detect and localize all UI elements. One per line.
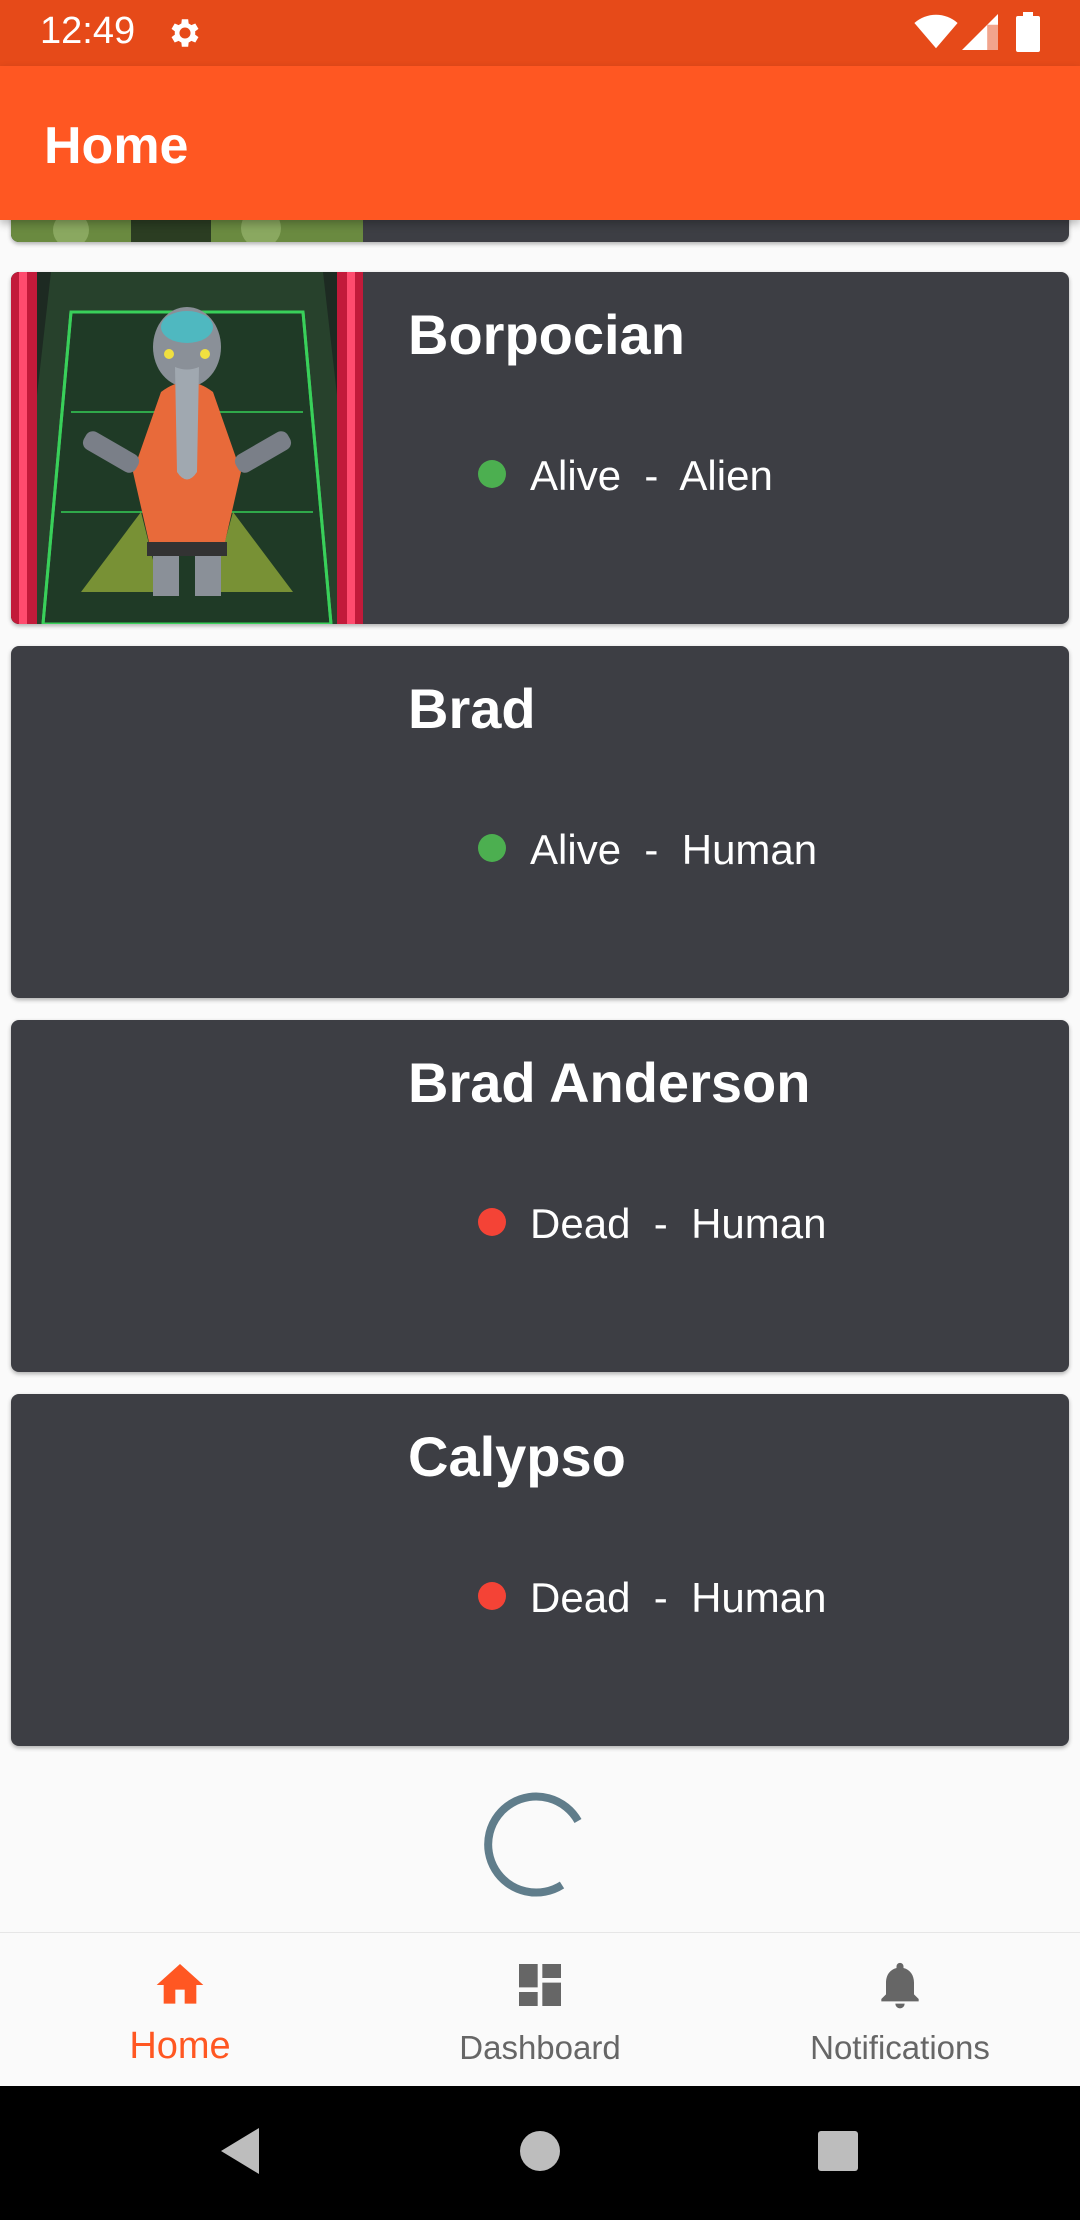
character-card[interactable]: Borpocian Alive - Alien xyxy=(11,272,1069,624)
nav-item-dashboard[interactable]: Dashboard xyxy=(360,1933,720,2087)
status-bar: 12:49 xyxy=(0,0,1080,66)
status-dot xyxy=(478,1208,507,1236)
character-name: Calypso xyxy=(408,1425,626,1488)
status-time: 12:49 xyxy=(40,10,136,52)
character-species: Alien xyxy=(679,452,773,499)
progress-spinner-icon xyxy=(484,1792,582,1897)
recents-icon[interactable] xyxy=(803,2116,873,2186)
wifi-icon xyxy=(914,14,958,49)
character-card-partial[interactable] xyxy=(11,220,1069,242)
page-title: Home xyxy=(44,117,189,175)
home-icon xyxy=(156,1964,204,2004)
character-status-line: Dead - Human xyxy=(408,1526,827,1670)
signal-icon xyxy=(962,14,998,50)
character-card[interactable]: Calypso Dead - Human xyxy=(11,1394,1069,1746)
character-card[interactable]: Brad Anderson Dead - Human xyxy=(11,1020,1069,1372)
character-image xyxy=(11,220,363,242)
character-status: Alive xyxy=(530,452,622,499)
app-bar: Home xyxy=(0,66,1080,220)
status-dot xyxy=(478,1582,507,1610)
character-status-line: Alive - Alien xyxy=(408,404,773,548)
character-status-line: Alive - Human xyxy=(408,778,817,922)
character-name: Borpocian xyxy=(408,303,685,366)
character-species: Human xyxy=(691,1200,827,1247)
bottom-navigation: Home Dashboard Notifications xyxy=(0,1932,1080,2086)
character-status-line: Dead - Human xyxy=(408,1152,827,1296)
status-separator: - xyxy=(621,826,682,873)
nav-label: Notifications xyxy=(810,2029,990,2066)
status-separator: - xyxy=(630,1200,692,1247)
status-separator: - xyxy=(630,1574,692,1621)
character-status: Alive xyxy=(530,826,622,873)
system-navigation-bar xyxy=(0,2086,1080,2220)
nav-item-home[interactable]: Home xyxy=(0,1933,360,2087)
character-name: Brad xyxy=(408,677,536,740)
character-card[interactable]: Brad Alive - Human xyxy=(11,646,1069,998)
character-status: Dead xyxy=(530,1574,631,1621)
nav-item-notifications[interactable]: Notifications xyxy=(720,1933,1080,2087)
home-circle-icon[interactable] xyxy=(505,2116,575,2186)
back-icon[interactable] xyxy=(205,2116,275,2186)
character-status: Dead xyxy=(530,1200,631,1247)
character-image xyxy=(11,272,363,624)
nav-label: Dashboard xyxy=(459,2029,621,2066)
character-species: Human xyxy=(691,1574,827,1621)
character-name: Brad Anderson xyxy=(408,1051,811,1114)
gear-icon xyxy=(171,19,199,47)
character-species: Human xyxy=(681,826,818,873)
status-dot xyxy=(478,460,507,488)
status-separator: - xyxy=(621,452,680,499)
dashboard-icon xyxy=(519,1964,561,2006)
battery-icon xyxy=(1016,12,1040,52)
nav-label: Home xyxy=(129,2025,231,2067)
character-list[interactable]: Borpocian Alive - Alien Brad Alive - Hum… xyxy=(0,220,1080,1932)
bell-icon xyxy=(881,1962,919,2009)
status-dot xyxy=(478,834,507,862)
